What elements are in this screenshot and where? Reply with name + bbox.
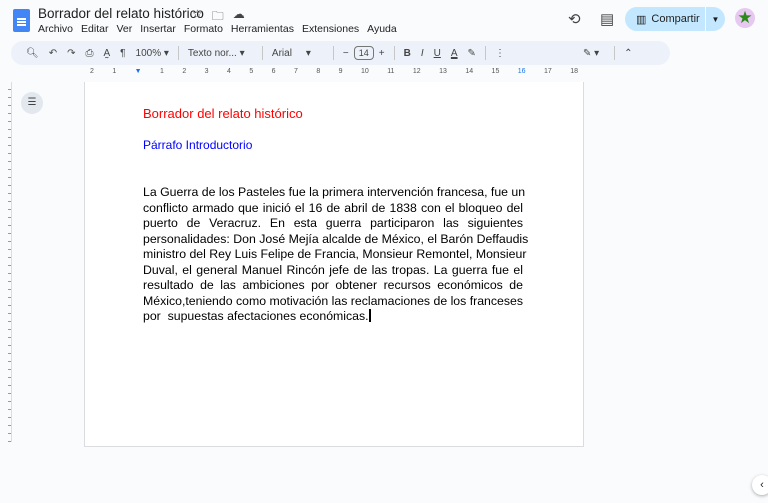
text-color-icon[interactable]: A [446, 48, 463, 59]
share-label: Compartir [651, 13, 700, 25]
last-line-text: por supuestas afectaciones económicas. [143, 309, 369, 323]
ruler-tick: 1 [160, 68, 164, 75]
zoom-select[interactable]: 100% ▾ [131, 48, 174, 59]
text-line: por supuestas afectaciones económicas. [143, 309, 523, 325]
ruler-tick: 3 [204, 68, 209, 75]
document-body[interactable]: La Guerra de los Pasteles fue la primera… [143, 185, 529, 325]
text-line: resultado de las ambiciones por obtener … [143, 278, 523, 292]
text-cursor [368, 309, 371, 322]
text-line: puerto de Veracruz. En esta guerra parti… [143, 216, 523, 230]
ruler-tick: 8 [316, 68, 321, 75]
menu-herramientas[interactable]: Herramientas [231, 23, 294, 35]
divider [614, 46, 616, 60]
document-title[interactable]: Borrador del relato histórico [38, 6, 204, 21]
divider [177, 46, 179, 60]
ruler-tick: 6 [271, 68, 276, 75]
ruler-tick: 12 [412, 68, 421, 75]
menu-ver[interactable]: Ver [116, 23, 132, 35]
ruler-tick: 7 [293, 68, 298, 75]
ruler-tick: 18 [570, 68, 578, 75]
paint-format-icon[interactable]: ¶ [115, 48, 130, 59]
editing-mode-icon[interactable]: ✎ ▾ [578, 48, 604, 59]
highlight-icon[interactable]: ✎ [463, 48, 481, 59]
left-indent-marker[interactable]: ▼ [135, 68, 142, 79]
share-button[interactable]: ▥ Compartir ▼ [625, 7, 725, 31]
more-options-icon[interactable]: ⋮ [490, 48, 510, 59]
document-heading[interactable]: Borrador del relato histórico [143, 106, 303, 121]
text-line: personalidades: Don José Mejía alcalde d… [143, 231, 529, 246]
comments-icon[interactable]: ▤ [600, 10, 614, 28]
font-size-input[interactable]: 14 [353, 46, 374, 60]
bold-icon[interactable]: B [399, 48, 416, 59]
menu-extensiones[interactable]: Extensiones [302, 23, 359, 35]
menu-editar[interactable]: Editar [81, 23, 108, 35]
ruler-tick: 10 [360, 68, 369, 75]
print-icon[interactable]: ⎙ [80, 48, 98, 59]
share-building-icon: ▥ [636, 13, 647, 26]
increase-font-size-icon[interactable]: + [374, 48, 390, 59]
zoom-value: 100% [135, 47, 162, 59]
text-line: ministro del Rey Luis Felipe de Francia,… [143, 247, 527, 261]
ruler-tick: 4 [227, 68, 231, 75]
text-line: La Guerra de los Pasteles fue la primera… [143, 185, 526, 199]
ruler-tick: 15 [491, 68, 500, 75]
ruler-tick: 9 [338, 68, 343, 75]
share-dropdown-icon[interactable]: ▼ [706, 15, 725, 24]
avatar[interactable]: ★ [735, 8, 755, 28]
ruler-tick: 2 [90, 68, 94, 75]
style-select[interactable]: Texto nor... ▾ [183, 48, 258, 59]
divider [332, 46, 334, 60]
style-value: Texto nor... [187, 47, 237, 59]
hide-menus-icon[interactable]: ⌃ [619, 48, 637, 59]
ruler-tick: 1 [112, 68, 117, 75]
horizontal-ruler[interactable]: 2 1 ▼ 1 2 3 4 5 6 7 8 9 10 11 12 13 14 15 16 17 18 [84, 68, 584, 79]
menu-insertar[interactable]: Insertar [140, 23, 176, 35]
redo-icon[interactable]: ↷ [62, 48, 80, 59]
divider [261, 46, 263, 60]
ruler-tick: 17 [543, 68, 552, 75]
ruler-tick: 5 [249, 68, 254, 75]
vertical-ruler[interactable] [0, 82, 12, 442]
document-subheading[interactable]: Párrafo Introductorio [143, 138, 252, 152]
font-select[interactable]: Arial ▾ [267, 48, 329, 59]
ruler-tick: 13 [439, 68, 447, 75]
docs-logo[interactable] [13, 9, 30, 32]
ruler-tick: 2 [182, 68, 187, 75]
underline-icon[interactable]: U [429, 48, 446, 59]
side-panel-toggle[interactable]: ‹ [752, 475, 768, 495]
menu-formato[interactable]: Formato [184, 23, 223, 35]
divider [393, 46, 395, 60]
decrease-font-size-icon[interactable]: − [338, 48, 354, 59]
search-icon[interactable]: 🔍︎ [21, 48, 44, 59]
ruler-tick: 14 [465, 68, 474, 75]
right-indent-marker[interactable]: 16 [518, 68, 526, 79]
text-line: Duval, el general Manuel Rincón jefe de … [143, 262, 523, 277]
divider [484, 46, 486, 60]
text-line: conflicto armado que inició el 16 de abr… [143, 200, 523, 215]
history-icon[interactable]: ⟲ [568, 10, 581, 28]
menu-archivo[interactable]: Archivo [38, 23, 73, 35]
font-value: Arial [271, 47, 292, 59]
italic-icon[interactable]: I [416, 48, 429, 59]
undo-icon[interactable]: ↶ [44, 48, 62, 59]
menu-ayuda[interactable]: Ayuda [367, 23, 397, 35]
document-outline-icon[interactable]: ☰ [21, 92, 43, 114]
toolbar: 🔍︎ ↶ ↷ ⎙ A̰ ¶ 100% ▾ Texto nor... ▾ Aria… [11, 41, 670, 65]
menu-bar: Archivo Editar Ver Insertar Formato Herr… [38, 23, 397, 35]
spellcheck-icon[interactable]: A̰ [98, 48, 115, 59]
ruler-tick: 11 [387, 68, 395, 75]
text-line: México,teniendo como motivación las recl… [143, 293, 524, 308]
